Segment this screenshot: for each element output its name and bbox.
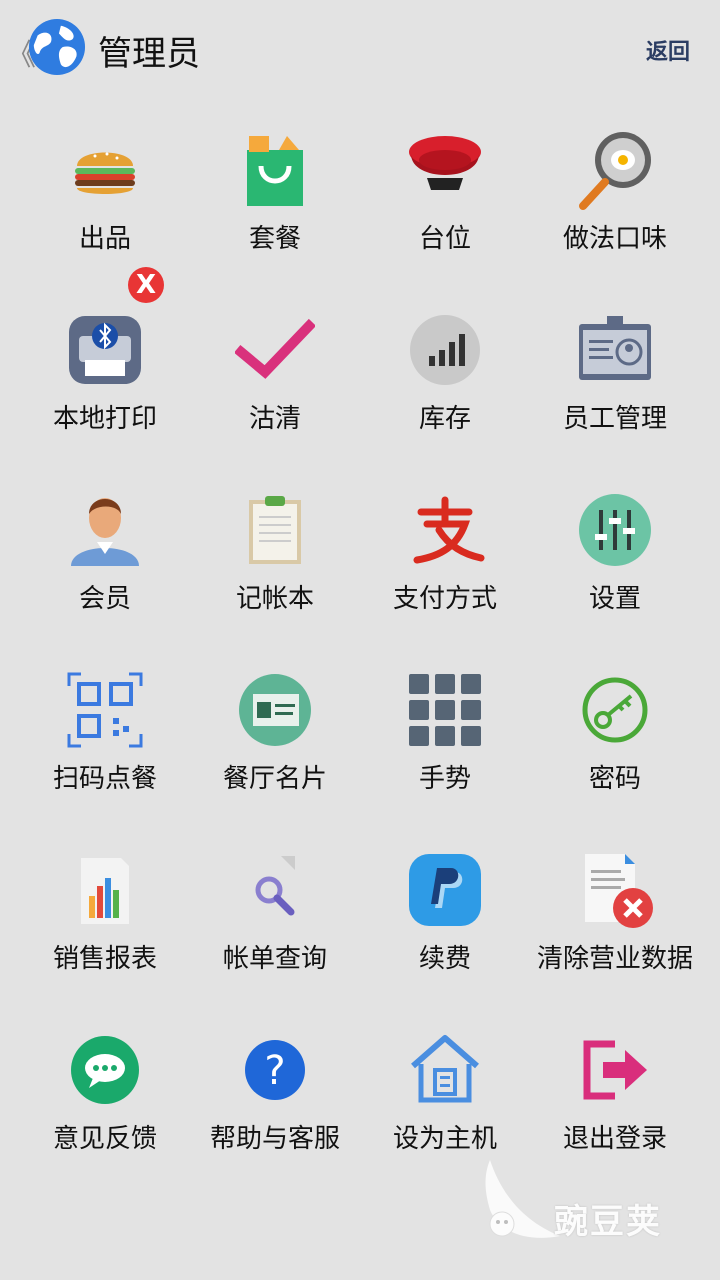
grid-item-label: 本地打印 <box>52 404 157 434</box>
grid-dots-icon <box>409 674 481 746</box>
page-title: 管理员 <box>98 34 200 74</box>
grid-item-payment[interactable]: 支付方式 <box>360 490 530 670</box>
key-icon <box>582 677 648 743</box>
grid-item-label: 帐单查询 <box>222 944 327 974</box>
burger-icon <box>75 152 135 194</box>
grid-item-label: 清除营业数据 <box>536 944 693 974</box>
grid-item-label: 餐厅名片 <box>222 764 327 794</box>
grid-item-label: 记帐本 <box>235 584 314 614</box>
grid-item-inventory[interactable]: 库存 <box>360 310 530 490</box>
armchair-icon <box>409 136 481 190</box>
shopping-bag-icon <box>247 136 303 206</box>
magnifier-icon <box>255 856 295 916</box>
grid-item-label: 库存 <box>418 404 471 434</box>
grid-item-combo[interactable]: 套餐 <box>190 130 360 310</box>
grid-item-ledger[interactable]: 记帐本 <box>190 490 360 670</box>
grid-item-label: 扫码点餐 <box>52 764 157 794</box>
grid-item-sold-out[interactable]: 沽清 <box>190 310 360 490</box>
feature-grid: 出品 套餐 台位 做法口味 本地打印 沽清 库存 员工管理 会员 记帐本 支付方… <box>20 130 700 1210</box>
chat-bubble-icon <box>71 1036 139 1104</box>
sliders-icon <box>579 494 651 566</box>
grid-item-password[interactable]: 密码 <box>530 670 700 850</box>
grid-item-sales-report[interactable]: 销售报表 <box>20 850 190 1030</box>
grid-item-label: 设置 <box>588 584 641 614</box>
grid-item-label: 支付方式 <box>392 584 497 614</box>
frying-pan-icon <box>579 132 651 210</box>
grid-item-label: 帮助与客服 <box>209 1124 340 1154</box>
grid-item-business-card[interactable]: 餐厅名片 <box>190 670 360 850</box>
grid-item-label: 做法口味 <box>562 224 667 254</box>
grid-item-label: 密码 <box>588 764 641 794</box>
grid-item-scan-order[interactable]: 扫码点餐 <box>20 670 190 850</box>
grid-item-label: 员工管理 <box>562 404 667 434</box>
print-error-badge[interactable]: X <box>128 267 164 303</box>
grid-item-help[interactable]: ? 帮助与客服 <box>190 1030 360 1210</box>
grid-item-renew[interactable]: 续费 <box>360 850 530 1030</box>
grid-item-label: 意见反馈 <box>52 1124 157 1154</box>
grid-item-members[interactable]: 会员 <box>20 490 190 670</box>
grid-item-label: 沽清 <box>248 404 301 434</box>
logout-icon <box>583 1040 647 1100</box>
grid-item-label: 台位 <box>418 224 471 254</box>
grid-item-label: 手势 <box>418 764 471 794</box>
grid-item-label: 套餐 <box>248 224 301 254</box>
bar-signal-icon <box>410 315 480 385</box>
grid-item-tables[interactable]: 台位 <box>360 130 530 310</box>
grid-item-cooking-methods[interactable]: 做法口味 <box>530 130 700 310</box>
clipboard-icon <box>249 496 301 564</box>
grid-item-settings[interactable]: 设置 <box>530 490 700 670</box>
grid-item-label: 续费 <box>418 944 471 974</box>
id-badge-icon <box>579 316 651 380</box>
grid-item-feedback[interactable]: 意见反馈 <box>20 1030 190 1210</box>
header-bar: 《 管理员 返回 <box>0 0 720 100</box>
paypal-icon <box>409 854 481 926</box>
return-button[interactable]: 返回 <box>646 34 690 66</box>
watermark-text: 豌豆荚 <box>554 1202 662 1242</box>
bluetooth-printer-icon <box>69 316 141 384</box>
svg-text:?: ? <box>264 1048 285 1094</box>
grid-item-label: 销售报表 <box>52 944 157 974</box>
grid-item-label: 出品 <box>78 224 131 254</box>
house-icon <box>411 1035 479 1103</box>
globe-icon <box>28 18 86 76</box>
help-icon: ? <box>245 1040 305 1100</box>
grid-item-staff[interactable]: 员工管理 <box>530 310 700 490</box>
grid-item-products[interactable]: 出品 <box>20 130 190 310</box>
watermark-logo: 豌豆荚 <box>470 1150 690 1250</box>
report-chart-icon <box>81 858 129 924</box>
alipay-icon <box>413 496 485 564</box>
person-icon <box>71 498 139 566</box>
grid-item-gesture[interactable]: 手势 <box>360 670 530 850</box>
grid-item-clear-data[interactable]: 清除营业数据 <box>530 850 700 1030</box>
delete-document-icon <box>585 854 653 928</box>
checkmark-icon <box>235 318 315 379</box>
qr-scan-icon <box>67 672 143 748</box>
grid-item-bill-query[interactable]: 帐单查询 <box>190 850 360 1030</box>
grid-item-label: 会员 <box>78 584 131 614</box>
business-card-icon <box>239 674 311 746</box>
grid-item-local-print[interactable]: 本地打印 <box>20 310 190 490</box>
